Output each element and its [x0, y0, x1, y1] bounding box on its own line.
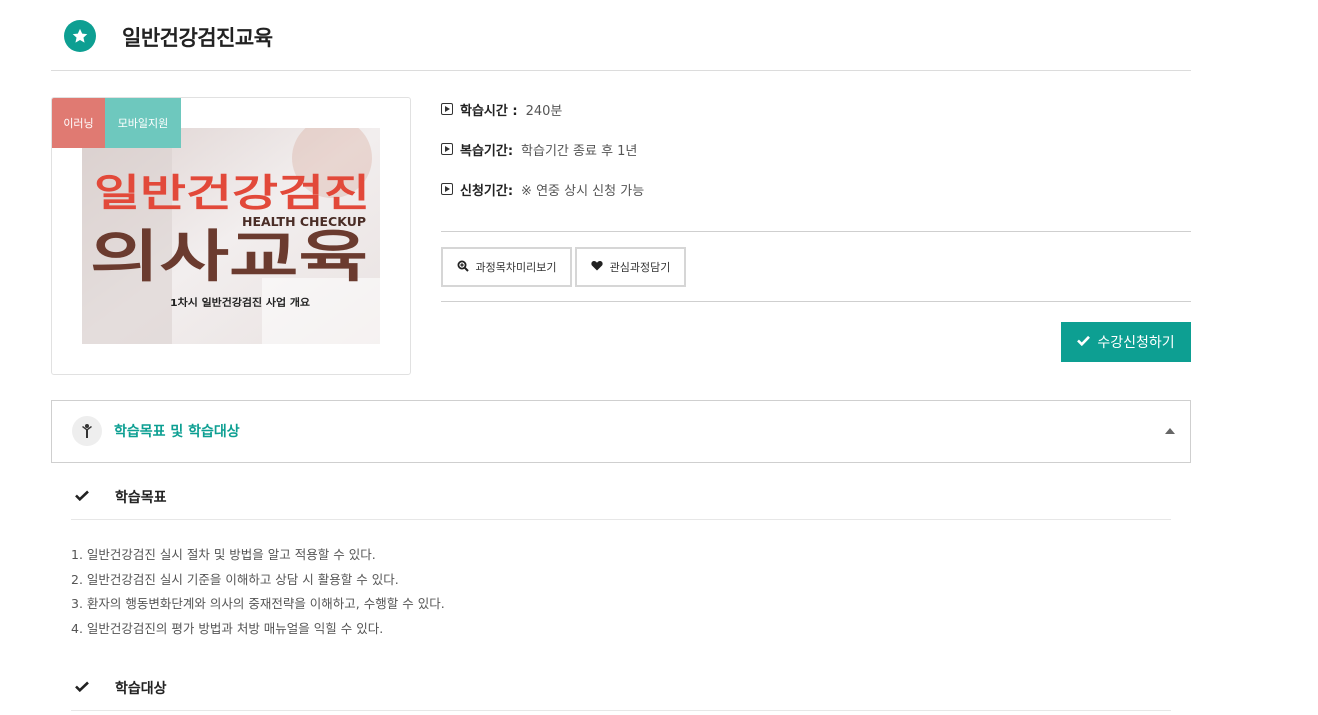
- target-section-header: 학습대상: [71, 666, 1171, 711]
- apply-period-label: 신청기간:: [460, 183, 514, 199]
- objectives-title: 학습목표: [115, 490, 167, 506]
- apply-period-row: 신청기간: ※ 연중 상시 신청 가능: [441, 179, 644, 199]
- page-title: 일반건강검진교육: [122, 26, 273, 50]
- study-time-value: 240분: [525, 103, 563, 119]
- review-period-row: 복습기간: 학습기간 종료 후 1년: [441, 139, 637, 159]
- person-icon: [72, 416, 102, 446]
- objectives-section-header: 학습목표: [71, 475, 1171, 520]
- check-icon: [1077, 335, 1091, 350]
- review-period-label: 복습기간:: [460, 143, 514, 159]
- check-icon: [71, 489, 115, 505]
- apply-course-label: 수강신청하기: [1097, 335, 1175, 351]
- study-time-row: 학습시간 : 240분: [441, 99, 562, 119]
- thumb-caption: 1차시 일반건강검진 사업 개요: [170, 296, 310, 309]
- list-item: 4. 일반건강검진의 평가 방법과 처방 매뉴얼을 익힐 수 있다.: [71, 620, 384, 636]
- thumb-line1: 일반건강검진: [94, 171, 370, 215]
- course-thumbnail-image: 일반건강검진 HEALTH CHECKUP 의사교육 1차시 일반건강검진 사업…: [82, 128, 380, 344]
- caret-up-icon[interactable]: [1165, 428, 1175, 434]
- accordion-title: 학습목표 및 학습대상: [114, 424, 240, 440]
- tag-elearning: 이러닝: [52, 98, 105, 148]
- list-item: 2. 일반건강검진 실시 기준을 이해하고 상담 시 활용할 수 있다.: [71, 571, 399, 587]
- apply-course-button[interactable]: 수강신청하기: [1061, 322, 1191, 362]
- review-period-value: 학습기간 종료 후 1년: [521, 143, 638, 159]
- play-square-icon: [441, 183, 453, 195]
- preview-curriculum-button[interactable]: 과정목차미리보기: [441, 247, 572, 287]
- play-square-icon: [441, 143, 453, 155]
- list-item: 3. 환자의 행동변화단계와 의사의 중재전략을 이해하고, 수행할 수 있다.: [71, 596, 445, 611]
- apply-period-value: ※ 연중 상시 신청 가능: [521, 183, 645, 199]
- preview-curriculum-label: 과정목차미리보기: [475, 261, 557, 274]
- divider: [441, 301, 1191, 302]
- thumb-line3: 의사교육: [90, 225, 368, 290]
- objectives-accordion-header[interactable]: 학습목표 및 학습대상: [51, 400, 1191, 463]
- list-item: 1. 일반건강검진 실시 절차 및 방법을 알고 적용할 수 있다.: [71, 547, 376, 562]
- add-to-wishlist-button[interactable]: 관심과정담기: [575, 247, 686, 287]
- study-time-label: 학습시간 :: [460, 103, 518, 119]
- target-title: 학습대상: [115, 681, 167, 697]
- zoom-in-icon: [457, 260, 469, 275]
- add-to-wishlist-label: 관심과정담기: [609, 261, 671, 274]
- tag-mobile-support: 모바일지원: [105, 98, 181, 148]
- course-thumbnail-card: 일반건강검진 HEALTH CHECKUP 의사교육 1차시 일반건강검진 사업…: [51, 97, 411, 375]
- check-icon: [71, 680, 115, 696]
- objectives-list: 1. 일반건강검진 실시 절차 및 방법을 알고 적용할 수 있다. 2. 일반…: [71, 543, 445, 641]
- play-square-icon: [441, 103, 453, 115]
- divider: [441, 231, 1191, 232]
- page-header: 일반건강검진교육: [51, 0, 1191, 71]
- heart-icon: [591, 260, 603, 274]
- star-icon: [64, 20, 96, 52]
